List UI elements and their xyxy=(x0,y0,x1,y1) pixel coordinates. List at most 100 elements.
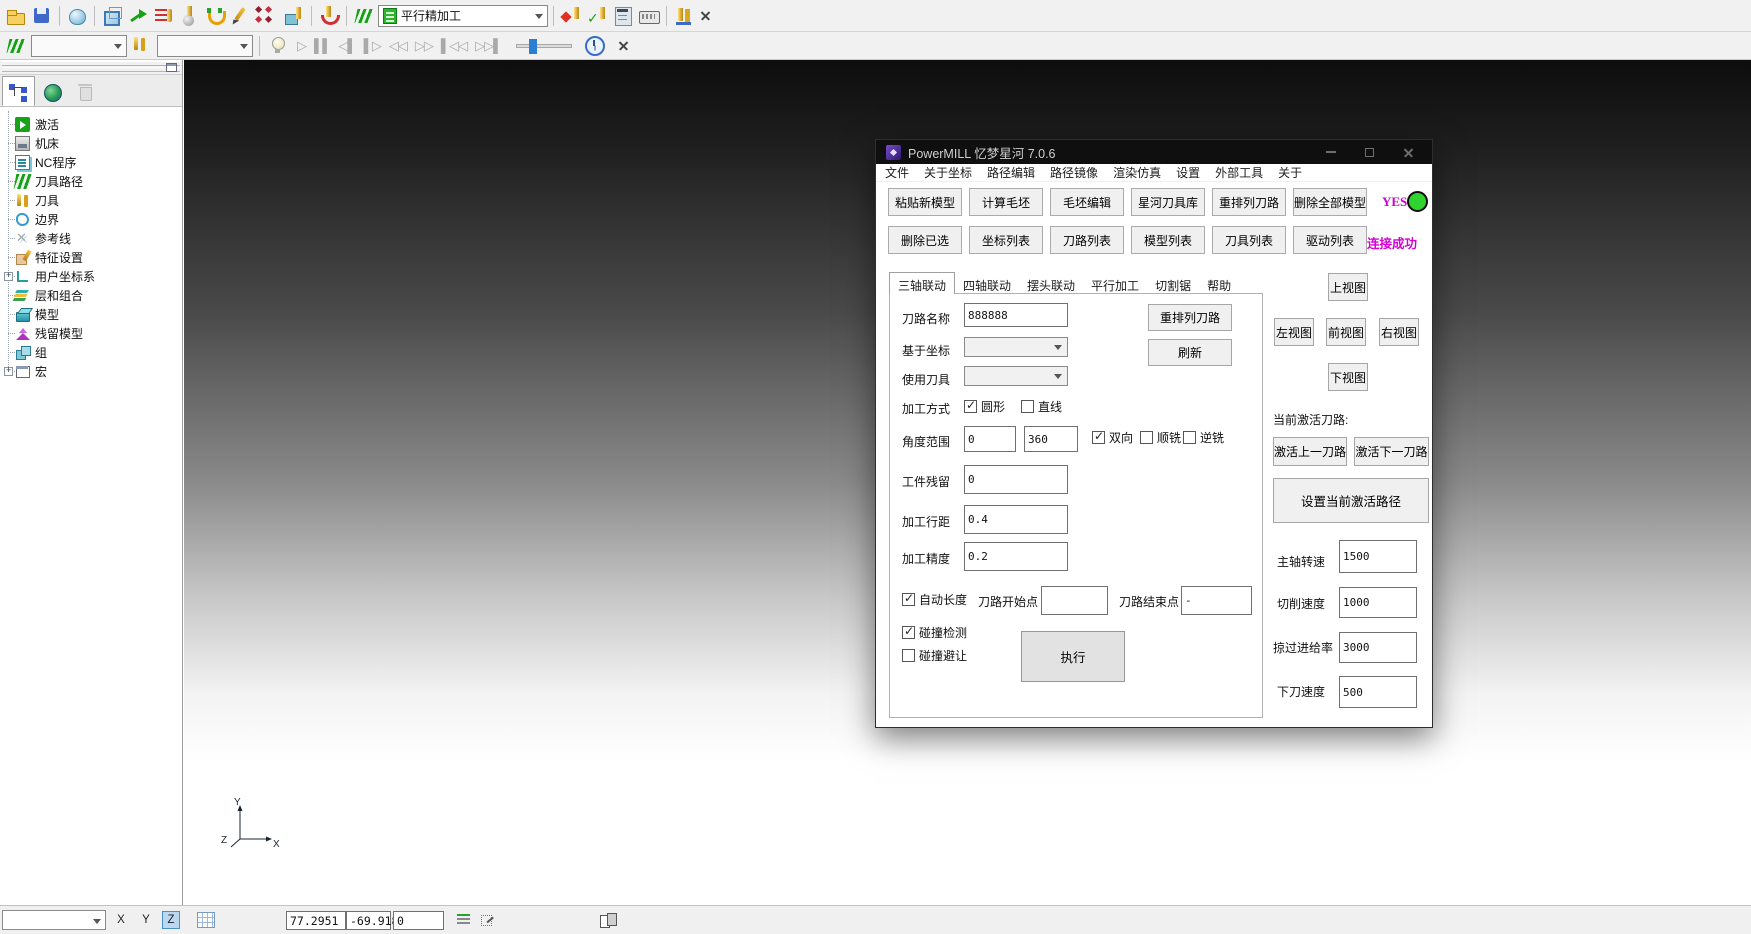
viewmill-icon[interactable] xyxy=(559,4,583,28)
menu-item[interactable]: 关于 xyxy=(1278,164,1302,181)
set-active-path-button[interactable]: 设置当前激活路径 xyxy=(1273,478,1429,523)
end-point-input[interactable]: - xyxy=(1181,586,1252,615)
activate-next-toolpath-button[interactable]: 激活下一刀路 xyxy=(1354,437,1429,466)
tree-item[interactable]: 刀具路径 xyxy=(0,172,182,191)
tab-recycle-bin[interactable] xyxy=(68,76,101,106)
tree-item[interactable]: 宏 xyxy=(0,362,182,381)
grid-icon[interactable] xyxy=(197,912,215,928)
view-top-button[interactable]: 上视图 xyxy=(1328,273,1368,301)
menu-item[interactable]: 文件 xyxy=(885,164,909,181)
verify-toolpath-icon[interactable] xyxy=(585,4,609,28)
menu-item[interactable]: 外部工具 xyxy=(1215,164,1263,181)
maximize-icon[interactable] xyxy=(1365,148,1374,157)
menu-item[interactable]: 路径镜像 xyxy=(1050,164,1098,181)
axis-z-button[interactable]: Z xyxy=(162,911,180,929)
circular-checkbox[interactable] xyxy=(964,400,977,413)
coordinate-x-input[interactable]: 77.2951 xyxy=(286,911,346,930)
dual-view-icon[interactable] xyxy=(600,913,616,927)
base-coord-select[interactable] xyxy=(964,337,1068,357)
panel-window-icon[interactable] xyxy=(166,63,177,72)
bidirectional-checkbox[interactable] xyxy=(1092,431,1105,444)
pattern-draw-icon[interactable] xyxy=(230,4,254,28)
clock-icon[interactable] xyxy=(583,34,607,58)
toolpath-name-input[interactable]: 888888 xyxy=(964,303,1068,327)
workplane-tool-icon[interactable] xyxy=(282,4,306,28)
slider-thumb[interactable] xyxy=(529,39,537,54)
activate-prev-toolpath-button[interactable]: 激活上一刀路 xyxy=(1273,437,1347,466)
tree-item[interactable]: 刀具 xyxy=(0,191,182,210)
start-end-point-icon[interactable] xyxy=(256,4,280,28)
rearrange-toolpaths-button[interactable]: 重排列刀路 xyxy=(1148,304,1232,331)
conventional-checkbox[interactable] xyxy=(1183,431,1196,444)
snap-options-icon[interactable] xyxy=(480,913,496,927)
dialog-button[interactable]: 删除全部模型 xyxy=(1293,188,1367,216)
dialog-button[interactable]: 刀路列表 xyxy=(1050,226,1124,254)
view-bottom-button[interactable]: 下视图 xyxy=(1328,363,1368,391)
rewind-button[interactable]: ◁◁ xyxy=(385,38,411,54)
dialog-tab[interactable]: 四轴联动 xyxy=(955,275,1019,294)
dialog-button[interactable]: 重排列刀路 xyxy=(1212,188,1286,216)
tab-web-globe[interactable] xyxy=(35,76,68,106)
dialog-tab[interactable]: 摆头联动 xyxy=(1019,275,1083,294)
dialog-button[interactable]: 驱动列表 xyxy=(1293,226,1367,254)
tree-item[interactable]: 模型 xyxy=(0,305,182,324)
sim-tool-selector[interactable] xyxy=(157,35,253,57)
spindle-speed-input[interactable]: 1500 xyxy=(1339,540,1417,573)
collision-avoid-checkbox[interactable] xyxy=(902,649,915,662)
coordinate-z-input[interactable]: 0 xyxy=(393,911,444,930)
dialog-button[interactable]: 坐标列表 xyxy=(969,226,1043,254)
tool-icon[interactable] xyxy=(130,34,154,58)
tab-explorer-tree[interactable] xyxy=(2,76,35,106)
go-to-start-button[interactable]: ▌◁◁ xyxy=(437,38,471,54)
save-project-icon[interactable] xyxy=(30,4,54,28)
tree-item[interactable]: 组 xyxy=(0,343,182,362)
tree-item[interactable]: 机床 xyxy=(0,134,182,153)
menu-item[interactable]: 渲染仿真 xyxy=(1113,164,1161,181)
grip-handle[interactable] xyxy=(2,61,180,66)
start-point-input[interactable] xyxy=(1041,586,1108,615)
simulation-tool-icon[interactable] xyxy=(317,4,341,28)
tree-item[interactable]: NC程序 xyxy=(0,153,182,172)
tree-item[interactable]: 特征设置 xyxy=(0,248,182,267)
model-icon[interactable] xyxy=(100,4,124,28)
angle-to-input[interactable]: 360 xyxy=(1024,426,1078,452)
dialog-tab[interactable]: 平行加工 xyxy=(1083,275,1147,294)
tree-item[interactable]: 参考线 xyxy=(0,229,182,248)
toolbar-close-icon[interactable] xyxy=(698,8,714,24)
tree-item[interactable]: 残留模型 xyxy=(0,324,182,343)
stock-allowance-input[interactable]: 0 xyxy=(964,465,1068,494)
cutting-speed-input[interactable]: 1000 xyxy=(1339,587,1417,618)
go-to-end-button[interactable]: ▷▷▌ xyxy=(471,38,505,54)
tool-icon[interactable] xyxy=(178,4,202,28)
toolpath-icon[interactable] xyxy=(352,4,376,28)
dialog-button[interactable]: 刀具列表 xyxy=(1212,226,1286,254)
axis-x-button[interactable]: X xyxy=(112,911,130,929)
view-right-button[interactable]: 右视图 xyxy=(1379,318,1419,346)
dialog-button[interactable]: 删除已选 xyxy=(888,226,962,254)
dialog-tab[interactable]: 切割锯 xyxy=(1147,275,1199,294)
refresh-button[interactable]: 刷新 xyxy=(1148,339,1232,366)
pause-button[interactable]: ▌▌ xyxy=(310,38,334,53)
stepover-input[interactable]: 0.4 xyxy=(964,505,1068,534)
toolpath-icon[interactable] xyxy=(4,34,28,58)
statusbar-selector[interactable] xyxy=(2,910,106,930)
dialog-button[interactable]: 计算毛坯 xyxy=(969,188,1043,216)
view-front-button[interactable]: 前视图 xyxy=(1326,318,1366,346)
execute-button[interactable]: 执行 xyxy=(1021,631,1125,682)
use-tool-select[interactable] xyxy=(964,366,1068,386)
simulation-speed-slider[interactable] xyxy=(516,44,572,48)
play-button[interactable]: ▷ xyxy=(293,38,310,54)
dialog-button[interactable]: 星河刀具库 xyxy=(1131,188,1205,216)
skim-feed-input[interactable]: 3000 xyxy=(1339,632,1417,663)
rapid-move-heights-icon[interactable] xyxy=(152,4,176,28)
panel-grip-area[interactable] xyxy=(0,61,182,75)
dialog-tab[interactable]: 帮助 xyxy=(1199,275,1239,294)
dialog-button[interactable]: 毛坯编辑 xyxy=(1050,188,1124,216)
grip-handle[interactable] xyxy=(2,67,180,72)
sim-toolpath-selector[interactable] xyxy=(31,35,127,57)
tree-item[interactable]: 激活 xyxy=(0,115,182,134)
lightbulb-icon[interactable] xyxy=(266,34,290,58)
leads-links-icon[interactable] xyxy=(204,4,228,28)
menu-item[interactable]: 关于坐标 xyxy=(924,164,972,181)
angle-from-input[interactable]: 0 xyxy=(964,426,1016,452)
